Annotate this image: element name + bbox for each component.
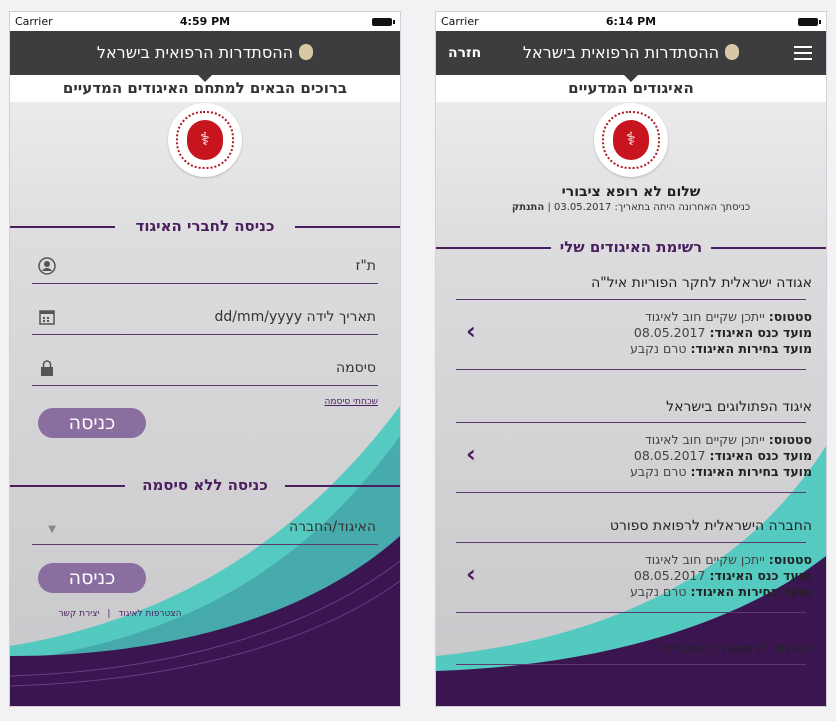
- id-field-label: ת"ז: [355, 258, 377, 274]
- lock-icon: [41, 360, 53, 376]
- last-login-text: כניסתך האחרונה היתה בתאריך: 03.05.2017: [554, 202, 751, 213]
- clock: 4:59 PM: [179, 15, 231, 28]
- society-name: איגוד הפתולוגים בישראל: [666, 399, 812, 415]
- footer-separator: |: [107, 609, 111, 619]
- passwordless-login-header: כניסה ללא סיסמה: [10, 476, 400, 494]
- contact-link[interactable]: יצירת קשר: [58, 609, 99, 619]
- logout-separator: |: [547, 202, 551, 213]
- password-field[interactable]: סיסמה: [32, 355, 378, 386]
- chevron-left-icon[interactable]: ‹: [466, 440, 476, 468]
- society-name: החברה הישראלית לרפואת ספורט: [609, 518, 812, 534]
- caduceus-icon: [725, 44, 740, 60]
- nav-pointer: [624, 75, 638, 82]
- nav-pointer: [198, 75, 212, 82]
- user-icon: [38, 257, 56, 275]
- dob-field[interactable]: תאריך לידה dd/mm/yyyy: [32, 304, 378, 335]
- chevron-left-icon[interactable]: ‹: [466, 317, 476, 345]
- nav-bar: חזרה ההסתדרות הרפואית בישראל: [436, 31, 826, 82]
- calendar-icon: [39, 310, 55, 325]
- battery-icon: [372, 18, 395, 26]
- battery-icon: [798, 18, 821, 26]
- societies-screen: Carrier 6:14 PM חזרה ההסתדרות הרפואית בי…: [436, 12, 826, 706]
- clock: 6:14 PM: [605, 15, 657, 28]
- caduceus-icon: [299, 44, 314, 60]
- society-name: אגודה ישראלית לחקר הפוריות איל"ה: [591, 275, 812, 291]
- nav-title: ההסתדרות הרפואית בישראל: [522, 43, 720, 62]
- logout-link[interactable]: התנתק: [512, 202, 544, 213]
- join-society-link[interactable]: הצטרפות לאיגוד: [118, 609, 181, 619]
- forgot-password-link[interactable]: שכחתי סיסמה: [325, 397, 379, 407]
- login-screen: Carrier 4:59 PM ההסתדרות הרפואית בישראל …: [10, 12, 400, 706]
- chevron-left-icon[interactable]: ‹: [466, 560, 476, 588]
- nav-bar: ההסתדרות הרפואית בישראל: [10, 31, 400, 82]
- last-login-line: כניסתך האחרונה היתה בתאריך: 03.05.2017 |…: [436, 202, 826, 213]
- dob-field-label: תאריך לידה dd/mm/yyyy: [214, 309, 376, 325]
- society-name: האיגוד לרפואה גריאטרית: [661, 641, 812, 657]
- status-bar: Carrier 4:59 PM: [10, 12, 400, 31]
- greeting: שלום לא רופא ציבורי: [561, 184, 701, 200]
- organization-emblem: ⚕: [168, 103, 242, 177]
- dropdown-arrow-icon: ▼: [48, 524, 56, 535]
- password-field-label: סיסמה: [336, 360, 376, 376]
- status-bar: Carrier 6:14 PM: [436, 12, 826, 31]
- organization-emblem: ⚕: [594, 103, 668, 177]
- footer-links: הצטרפות לאיגוד | יצירת קשר: [10, 609, 230, 619]
- login-button-passwordless[interactable]: כניסה: [38, 563, 146, 593]
- hamburger-menu-icon[interactable]: [794, 46, 812, 60]
- society-select[interactable]: האיגוד/החברה ▼: [32, 514, 378, 545]
- nav-title: ההסתדרות הרפואית בישראל: [96, 43, 294, 62]
- member-login-header: כניסה לחברי האיגוד: [10, 217, 400, 235]
- login-button[interactable]: כניסה: [38, 408, 146, 438]
- id-field[interactable]: ת"ז: [32, 253, 378, 284]
- society-select-value: האיגוד/החברה: [288, 519, 376, 535]
- my-societies-header: רשימת האיגודים שלי: [436, 238, 826, 256]
